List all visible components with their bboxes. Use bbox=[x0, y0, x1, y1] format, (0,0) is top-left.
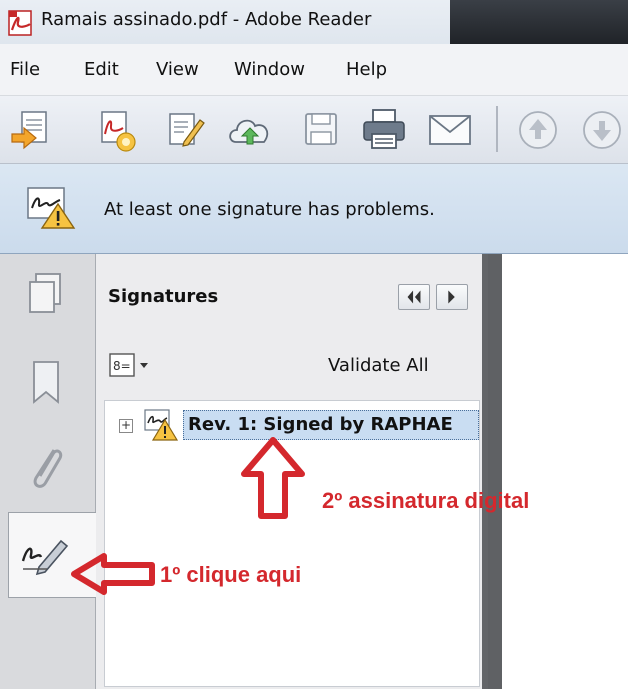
signature-entry[interactable]: Rev. 1: Signed by RAPHAE bbox=[183, 410, 479, 440]
options-list-icon: 8= bbox=[109, 353, 148, 377]
red-left-arrow-annotation bbox=[71, 553, 155, 595]
svg-text:8=: 8= bbox=[113, 359, 131, 373]
window-title: Ramais assinado.pdf - Adobe Reader bbox=[41, 9, 372, 30]
second-signature-annotation: 2º assinatura digital bbox=[322, 488, 530, 513]
save-button[interactable] bbox=[296, 104, 348, 156]
create-pdf-button[interactable] bbox=[6, 104, 58, 156]
menu-view[interactable]: View bbox=[156, 59, 199, 80]
double-chevron-left-icon bbox=[407, 290, 421, 304]
adobe-reader-icon bbox=[8, 10, 32, 36]
attachments-button[interactable] bbox=[18, 440, 74, 496]
signature-warning-message: At least one signature has problems. bbox=[104, 199, 435, 220]
previous-page-button[interactable] bbox=[512, 104, 564, 156]
menu-bar: File Edit View Window Help bbox=[0, 44, 628, 96]
document-view bbox=[488, 254, 628, 689]
pages-icon bbox=[29, 273, 61, 313]
print-button[interactable] bbox=[358, 104, 410, 156]
document-page bbox=[502, 254, 628, 689]
print-icon bbox=[363, 109, 405, 149]
signature-warning-icon bbox=[27, 187, 76, 229]
pages-button[interactable] bbox=[18, 268, 74, 324]
edit-pdf-icon bbox=[169, 113, 205, 147]
bookmarks-button[interactable] bbox=[18, 354, 74, 410]
create-pdf-icon bbox=[11, 111, 47, 150]
collapse-panel-button[interactable] bbox=[398, 284, 430, 310]
toolbar-separator bbox=[496, 106, 498, 152]
bookmark-icon bbox=[33, 361, 59, 404]
export-pdf-button[interactable] bbox=[90, 104, 142, 156]
edit-pdf-button[interactable] bbox=[158, 104, 210, 156]
previous-page-icon bbox=[519, 111, 557, 149]
expand-signature-toggle[interactable]: + bbox=[119, 419, 133, 433]
signature-warning-bar: At least one signature has problems. bbox=[0, 164, 628, 254]
panel-collapse-controls bbox=[398, 284, 468, 310]
email-icon bbox=[429, 115, 471, 145]
email-button[interactable] bbox=[424, 104, 476, 156]
export-pdf-icon bbox=[101, 111, 136, 152]
save-icon bbox=[305, 113, 337, 145]
title-bar-dark-area bbox=[450, 0, 628, 44]
toolbar bbox=[0, 96, 628, 164]
signature-warning-icon-small bbox=[144, 409, 179, 441]
next-page-button[interactable] bbox=[576, 104, 628, 156]
title-bar: Ramais assinado.pdf - Adobe Reader bbox=[0, 0, 628, 44]
signatures-panel-header: Signatures bbox=[96, 254, 482, 334]
validate-all-button[interactable]: Validate All bbox=[328, 355, 429, 376]
expand-panel-button[interactable] bbox=[436, 284, 468, 310]
next-page-icon bbox=[583, 111, 621, 149]
menu-window[interactable]: Window bbox=[234, 59, 305, 80]
chevron-right-icon bbox=[448, 290, 455, 304]
menu-help[interactable]: Help bbox=[346, 59, 387, 80]
signature-pen-icon bbox=[21, 539, 69, 576]
signatures-panel-title: Signatures bbox=[108, 286, 219, 307]
first-click-annotation: 1º clique aqui bbox=[160, 562, 302, 587]
upload-button[interactable] bbox=[224, 104, 276, 156]
menu-file[interactable]: File bbox=[10, 59, 40, 80]
navigation-rail bbox=[0, 254, 96, 689]
paperclip-icon bbox=[33, 449, 63, 488]
upload-cloud-icon bbox=[229, 119, 269, 145]
menu-edit[interactable]: Edit bbox=[84, 59, 119, 80]
options-menu-button[interactable]: 8= bbox=[108, 352, 160, 380]
red-up-arrow-annotation bbox=[241, 437, 305, 519]
